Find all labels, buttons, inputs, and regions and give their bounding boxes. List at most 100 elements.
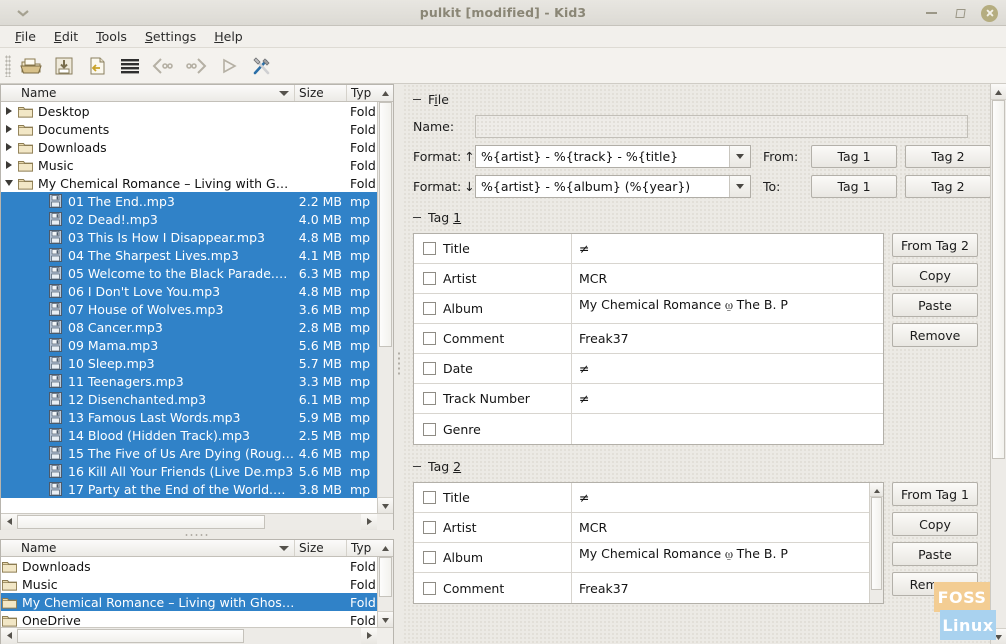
tag-field-value[interactable]: ≠ [572,354,883,383]
format-down-combo[interactable]: %{artist} - %{album} (%{year}) [475,175,751,198]
remove-button[interactable]: Remove [892,323,978,347]
from-tag-2-button[interactable]: From Tag 2 [892,233,978,257]
tag2-scroll-up-button[interactable] [870,483,883,497]
revert-button[interactable] [80,50,113,82]
folder-list-vscrollbar[interactable] [377,557,393,627]
folder-row[interactable]: Downloads Fold [1,138,377,156]
tag-field-checkbox[interactable] [423,392,436,405]
collapse-icon[interactable] [413,216,421,219]
file-row[interactable]: 01 The End..mp3 2.2 MB mp [1,192,377,210]
tag-editor-vscroll-track[interactable] [991,100,1006,628]
file-name-input[interactable] [475,115,968,138]
paste-button[interactable]: Paste [892,542,978,566]
folder-list-scroll-up-corner[interactable] [377,540,393,557]
tag-editor-vscrollbar[interactable] [990,84,1006,644]
from-tag-2-button[interactable]: Tag 2 [905,145,990,168]
tag2-vscrollbar[interactable] [869,483,883,603]
folder-list-scroll-right-button[interactable] [361,627,377,644]
folder-row[interactable]: Documents Fold [1,120,377,138]
tag-field-checkbox[interactable] [423,242,436,255]
tag-field-checkbox[interactable] [423,422,436,436]
tag-field-value[interactable]: My Chemical Romance ⍹ The B. P [572,294,883,323]
tag-field-value[interactable]: Freak37 [572,324,883,353]
folder-row[interactable]: OneDrive Fold [1,611,377,627]
tag1-section-header[interactable]: Tag 1 [413,210,978,225]
file-list-vscroll-thumb[interactable] [379,102,392,347]
format-up-combo[interactable]: %{artist} - %{track} - %{title} [475,145,751,168]
file-row[interactable]: 12 Disenchanted.mp3 6.1 MB mp [1,390,377,408]
file-section-header[interactable]: File [413,92,978,107]
collapse-icon[interactable] [413,98,421,101]
file-row[interactable]: 09 Mama.mp3 5.6 MB mp [1,336,377,354]
column-header-type[interactable]: Typ [347,85,377,101]
next-file-button[interactable] [179,50,212,82]
window-menu-button[interactable] [0,0,46,25]
file-list-hscrollbar[interactable] [1,513,393,530]
file-list-scroll-down-button[interactable] [378,497,393,513]
tag1-rows[interactable]: Title ≠ Artist MCR Album My Chemical Romance … [414,234,883,444]
minimize-button[interactable] [923,5,940,22]
file-list-vscrollbar[interactable] [377,102,393,513]
folder-row[interactable]: My Chemical Romance – Living with Ghost.… [1,593,377,611]
file-list-scroll-left-button[interactable] [1,513,17,530]
tag-field-checkbox[interactable] [423,551,436,564]
copy-button[interactable]: Copy [892,512,978,536]
file-row[interactable]: 17 Party at the End of the World.mp3 3.8 … [1,480,377,498]
format-down-dropdown-button[interactable] [729,176,750,197]
vertical-splitter[interactable] [394,84,403,644]
tag2-section-header[interactable]: Tag 2 [413,459,978,474]
tag2-rows[interactable]: Title ≠ Artist MCR Album My Chemical Romance … [414,483,869,603]
folder-list-scroll-down-button[interactable] [378,611,393,627]
folder-row[interactable]: My Chemical Romance – Living with Gh... F… [1,174,377,192]
save-button[interactable] [47,50,80,82]
expander-expanded[interactable] [1,180,17,186]
tag-editor-scroll-up-button[interactable] [991,84,1006,100]
folder-list-hscrollbar[interactable] [1,627,393,644]
tag-field-checkbox[interactable] [423,521,436,534]
tag-field-value[interactable]: MCR [572,513,869,542]
file-row[interactable]: 15 The Five of Us Are Dying (Roug.... 4.6… [1,444,377,462]
tag2-vscroll-track[interactable] [870,497,883,603]
file-list-rows[interactable]: Desktop Fold Documents Fold Downloads Fold Mus… [1,102,377,513]
column-header-size[interactable]: Size [295,85,347,101]
file-list-scroll-up-corner[interactable] [377,85,393,102]
toolbar-grip[interactable] [5,54,11,77]
format-up-dropdown-button[interactable] [729,146,750,167]
play-button[interactable] [212,50,245,82]
paste-button[interactable]: Paste [892,293,978,317]
tag-field-checkbox[interactable] [423,491,436,504]
folder-column-header-type[interactable]: Typ [347,540,377,556]
menu-file[interactable]: FFileile [6,27,45,46]
maximize-button[interactable] [952,5,969,22]
folder-list-scroll-left-button[interactable] [1,627,17,644]
tag-field-value[interactable]: My Chemical Romance ⍹ The B. P [572,543,869,572]
menu-tools[interactable]: Tools [87,27,136,46]
collapse-icon[interactable] [413,465,421,468]
from-tag-1-button[interactable]: From Tag 1 [892,482,978,506]
file-row[interactable]: 08 Cancer.mp3 2.8 MB mp [1,318,377,336]
file-list-vscroll-track[interactable] [378,102,393,497]
copy-button[interactable]: Copy [892,263,978,287]
from-tag-1-button[interactable]: Tag 1 [811,145,897,168]
folder-column-header-name[interactable]: Name [1,540,295,556]
file-row[interactable]: 11 Teenagers.mp3 3.3 MB mp [1,372,377,390]
to-tag-1-button[interactable]: Tag 1 [811,175,897,198]
folder-row[interactable]: Music Fold [1,575,377,593]
folder-row[interactable]: Desktop Fold [1,102,377,120]
tag2-vscroll-thumb[interactable] [871,497,882,591]
column-header-name[interactable]: Name [1,85,295,101]
settings-button[interactable] [245,50,278,82]
tag-field-checkbox[interactable] [423,272,436,285]
folder-list-hscroll-thumb[interactable] [17,628,245,643]
tag-field-value[interactable]: Freak37 [572,573,869,603]
tag-field-value[interactable]: ≠ [572,384,883,413]
tag-field-checkbox[interactable] [423,362,436,375]
menu-settings[interactable]: Settings [136,27,205,46]
file-row[interactable]: 06 I Don't Love You.mp3 4.8 MB mp [1,282,377,300]
file-row[interactable]: 04 The Sharpest Lives.mp3 4.1 MB mp [1,246,377,264]
expander-collapsed[interactable] [1,125,17,133]
folder-list-vscroll-track[interactable] [378,557,393,611]
tag-field-value[interactable] [572,414,883,444]
file-row[interactable]: 03 This Is How I Disappear.mp3 4.8 MB mp [1,228,377,246]
file-list-hscroll-track[interactable] [17,513,361,530]
